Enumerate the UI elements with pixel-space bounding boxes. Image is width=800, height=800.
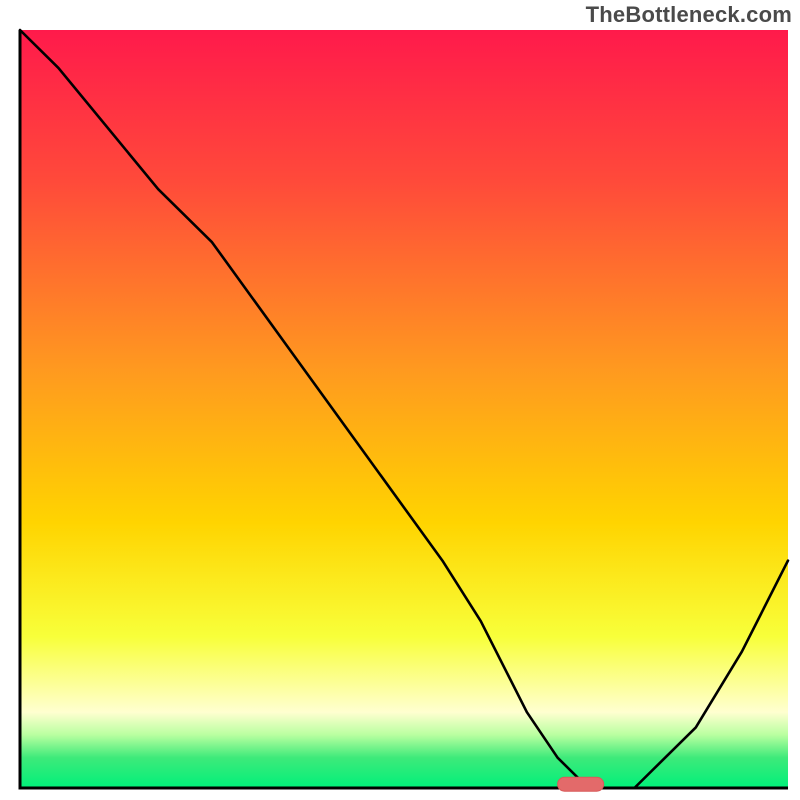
- line-chart: [0, 0, 800, 800]
- plot-background: [20, 30, 788, 788]
- chart-container: TheBottleneck.com: [0, 0, 800, 800]
- optimum-marker: [558, 777, 604, 791]
